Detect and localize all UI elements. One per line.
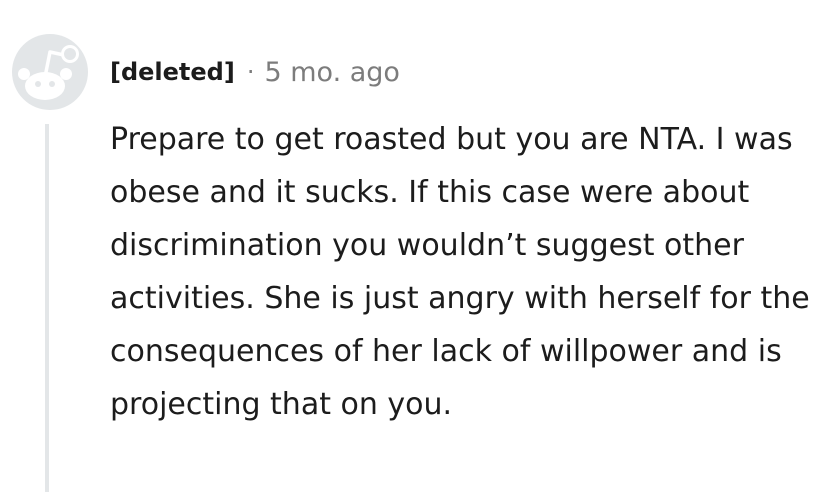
- avatar[interactable]: [12, 34, 88, 110]
- comment-meta: [deleted] · 5 mo. ago: [110, 52, 400, 92]
- author-name[interactable]: [deleted]: [110, 58, 235, 86]
- comment-body: Prepare to get roasted but you are NTA. …: [110, 122, 810, 422]
- comment-timestamp[interactable]: 5 mo. ago: [264, 57, 399, 88]
- thread-collapse-line[interactable]: [45, 124, 49, 492]
- comment: [deleted] · 5 mo. ago Prepare to get roa…: [0, 0, 837, 492]
- meta-separator: ·: [246, 58, 255, 86]
- reddit-snoo-default-avatar-icon: [12, 34, 88, 110]
